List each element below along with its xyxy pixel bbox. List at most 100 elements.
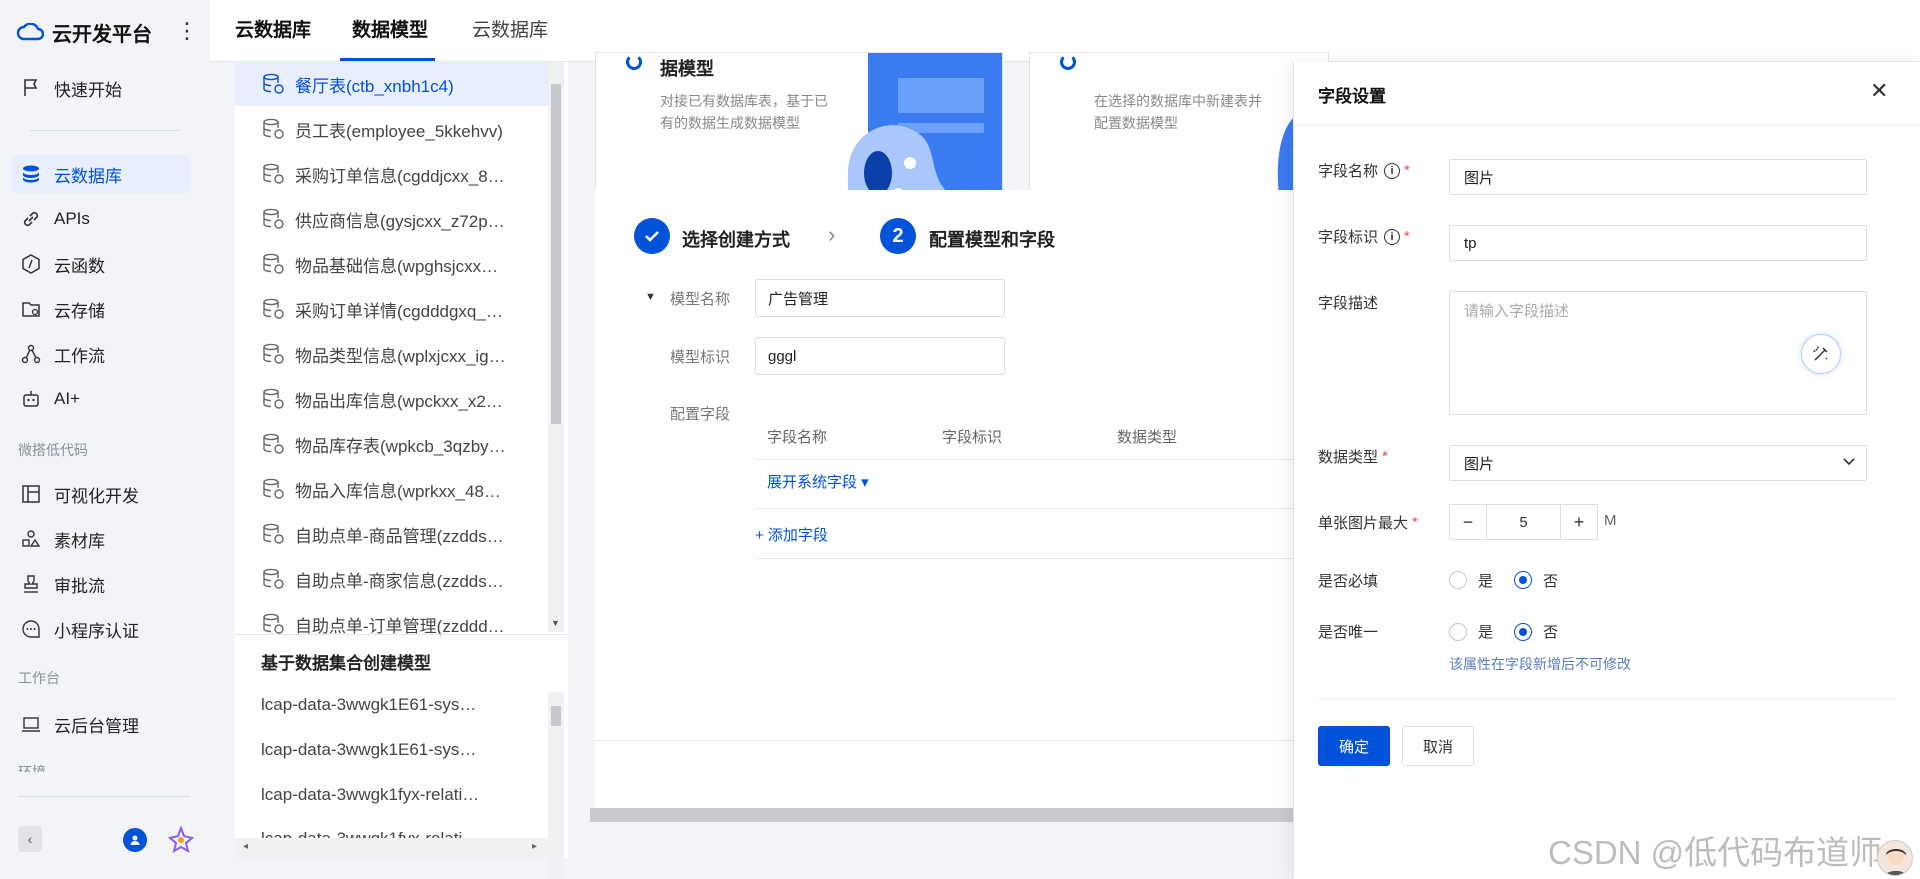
table-list-item[interactable]: 餐厅表(ctb_xnbh1c4) — [235, 62, 548, 106]
card-radio-icon[interactable] — [626, 54, 642, 70]
table-name: 采购订单信息(cgddjcxx_8… — [295, 166, 505, 186]
collapse-sidebar-button[interactable]: ‹ — [18, 826, 42, 852]
plus-button[interactable]: + — [1560, 505, 1597, 539]
database-table-icon — [263, 523, 284, 544]
nav-label: 云后台管理 — [54, 716, 139, 736]
chat-icon — [20, 618, 42, 640]
add-field-link[interactable]: + 添加字段 — [755, 524, 828, 545]
card-radio-icon[interactable] — [1060, 54, 1076, 70]
nav-label: 素材库 — [54, 531, 105, 551]
app-name: 云开发平台 — [52, 23, 152, 46]
dataset-item[interactable]: lcap-data-3wwgk1E61-sys… — [261, 695, 476, 715]
dataset-scrollbar-thumb[interactable] — [551, 706, 561, 726]
table-list-item[interactable]: 员工表(employee_5kkehvv) — [235, 107, 548, 151]
table-list-item[interactable]: 供应商信息(gysjcxx_z72p… — [235, 197, 548, 241]
ai-magic-wand-icon[interactable] — [1801, 334, 1841, 374]
nav-quick-start[interactable]: 快速开始 — [12, 69, 190, 107]
ai-assistant-icon[interactable] — [167, 825, 195, 854]
kebab-icon[interactable]: ⋮ — [176, 20, 198, 42]
info-icon[interactable]: i — [1384, 162, 1401, 179]
nav-ai-plus[interactable]: AI+ — [12, 380, 190, 418]
table-list-item[interactable]: 自助点单-商家信息(zzdds… — [235, 557, 548, 601]
table-list-item[interactable]: 采购订单详情(cgdddgxq_… — [235, 287, 548, 331]
table-list-item[interactable]: 物品出库信息(wpckxx_x2… — [235, 377, 548, 421]
list-h-scrollbar[interactable]: ◂ ▸ — [235, 838, 548, 858]
database-table-icon — [263, 388, 284, 409]
data-type-select[interactable]: 图片 — [1449, 445, 1867, 481]
model-name-input[interactable]: 广告管理 — [755, 279, 1005, 317]
nav-label: 云函数 — [54, 256, 105, 276]
model-id-input[interactable]: gggl — [755, 337, 1005, 375]
step2-label: 配置模型和字段 — [929, 230, 1055, 250]
nav-workflow[interactable]: 工作流 — [12, 335, 190, 373]
tab-cloud-database[interactable]: 云数据库 — [472, 0, 548, 62]
required-asterisk: * — [1382, 448, 1388, 465]
nav-approval-flow[interactable]: 审批流 — [12, 565, 190, 603]
data-type-value: 图片 — [1464, 455, 1495, 473]
table-list-item[interactable]: 采购订单信息(cgddjcxx_8… — [235, 152, 548, 196]
column-header: 数据类型 — [1117, 429, 1178, 446]
unique-no-radio[interactable] — [1514, 623, 1532, 641]
field-settings-drawer: 字段设置 ✕ 字段名称 i * 图片 字段标识 i * tp 字段描述 请输入字… — [1293, 62, 1920, 879]
confirm-button[interactable]: 确定 — [1318, 726, 1390, 766]
form-footer — [595, 740, 1293, 808]
collapse-triangle-icon[interactable]: ▼ — [645, 291, 656, 303]
list-scrollbar[interactable]: ▼ — [548, 62, 564, 632]
nav-cloud-function[interactable]: 云函数 — [12, 245, 190, 283]
scroll-left-arrow-icon[interactable]: ◂ — [243, 841, 248, 852]
app-logo[interactable]: 云开发平台 — [16, 16, 152, 48]
drawer-title: 字段设置 — [1318, 87, 1386, 106]
sidebar-divider — [30, 130, 180, 131]
folder-icon — [20, 298, 42, 320]
nav-cloud-storage[interactable]: 云存储 — [12, 290, 190, 328]
unique-label: 是否唯一 — [1318, 621, 1378, 642]
database-table-icon — [263, 298, 284, 319]
minus-button[interactable]: − — [1450, 505, 1487, 539]
unique-yes-radio[interactable] — [1449, 623, 1467, 641]
nav-apis[interactable]: APIs — [12, 200, 190, 238]
nav-cloud-admin[interactable]: 云后台管理 — [12, 705, 190, 743]
close-icon[interactable]: ✕ — [1870, 78, 1888, 104]
card-title: 据模型 — [660, 59, 714, 79]
scroll-down-arrow-icon[interactable]: ▼ — [551, 618, 560, 628]
table-list-item[interactable]: 自助点单-商品管理(zzdds… — [235, 512, 548, 556]
cloud-logo-icon — [16, 23, 44, 41]
table-name: 供应商信息(gysjcxx_z72p… — [295, 211, 505, 231]
card-desc-line1: 在选择的数据库中新建表并 — [1094, 93, 1262, 109]
laptop-icon — [20, 713, 42, 735]
function-icon — [20, 253, 42, 275]
nav-miniprogram-cert[interactable]: 小程序认证 — [12, 610, 190, 648]
table-list-item[interactable]: 物品库存表(wpkcb_3qzby… — [235, 422, 548, 466]
nav-visual-dev[interactable]: 可视化开发 — [12, 475, 190, 513]
user-avatar-icon[interactable] — [123, 828, 147, 852]
required-asterisk: * — [1404, 228, 1410, 245]
cancel-button[interactable]: 取消 — [1402, 726, 1474, 766]
table-list-item[interactable]: 自助点单-订单管理(zzddd… — [235, 602, 548, 646]
main-h-scrollbar[interactable] — [590, 808, 1293, 822]
scroll-right-arrow-icon[interactable]: ▸ — [532, 841, 537, 852]
nav-label: 云存储 — [54, 301, 105, 321]
list-scrollbar-thumb[interactable] — [551, 84, 561, 424]
info-icon[interactable]: i — [1384, 228, 1401, 245]
required-yes-radio[interactable] — [1449, 571, 1467, 589]
shapes-icon — [20, 528, 42, 550]
drawer-footer-divider — [1318, 699, 1897, 700]
table-list-item[interactable]: 物品基础信息(wpghsjcxx… — [235, 242, 548, 286]
assistant-avatar-icon[interactable] — [1877, 840, 1913, 876]
nav-cloud-database[interactable]: 云数据库 — [12, 155, 190, 193]
table-list-item[interactable]: 物品类型信息(wplxjcxx_ig… — [235, 332, 548, 376]
tab-data-model[interactable]: 数据模型 — [352, 0, 428, 62]
dataset-item[interactable]: lcap-data-3wwgk1fyx-relati… — [261, 785, 479, 805]
robot-icon — [20, 388, 42, 410]
max-size-value[interactable]: 5 — [1487, 505, 1560, 539]
required-asterisk: * — [1412, 514, 1418, 531]
expand-system-fields-link[interactable]: 展开系统字段 ▾ — [767, 471, 869, 492]
table-list-item[interactable]: 物品入库信息(wprkxx_48… — [235, 467, 548, 511]
field-name-input[interactable]: 图片 — [1449, 159, 1867, 195]
required-no-radio[interactable] — [1514, 571, 1532, 589]
field-id-input[interactable]: tp — [1449, 225, 1867, 261]
nav-label: APIs — [54, 209, 90, 228]
dataset-item[interactable]: lcap-data-3wwgk1E61-sys… — [261, 740, 476, 760]
dataset-scrollbar[interactable] — [548, 692, 564, 879]
nav-material-library[interactable]: 素材库 — [12, 520, 190, 558]
